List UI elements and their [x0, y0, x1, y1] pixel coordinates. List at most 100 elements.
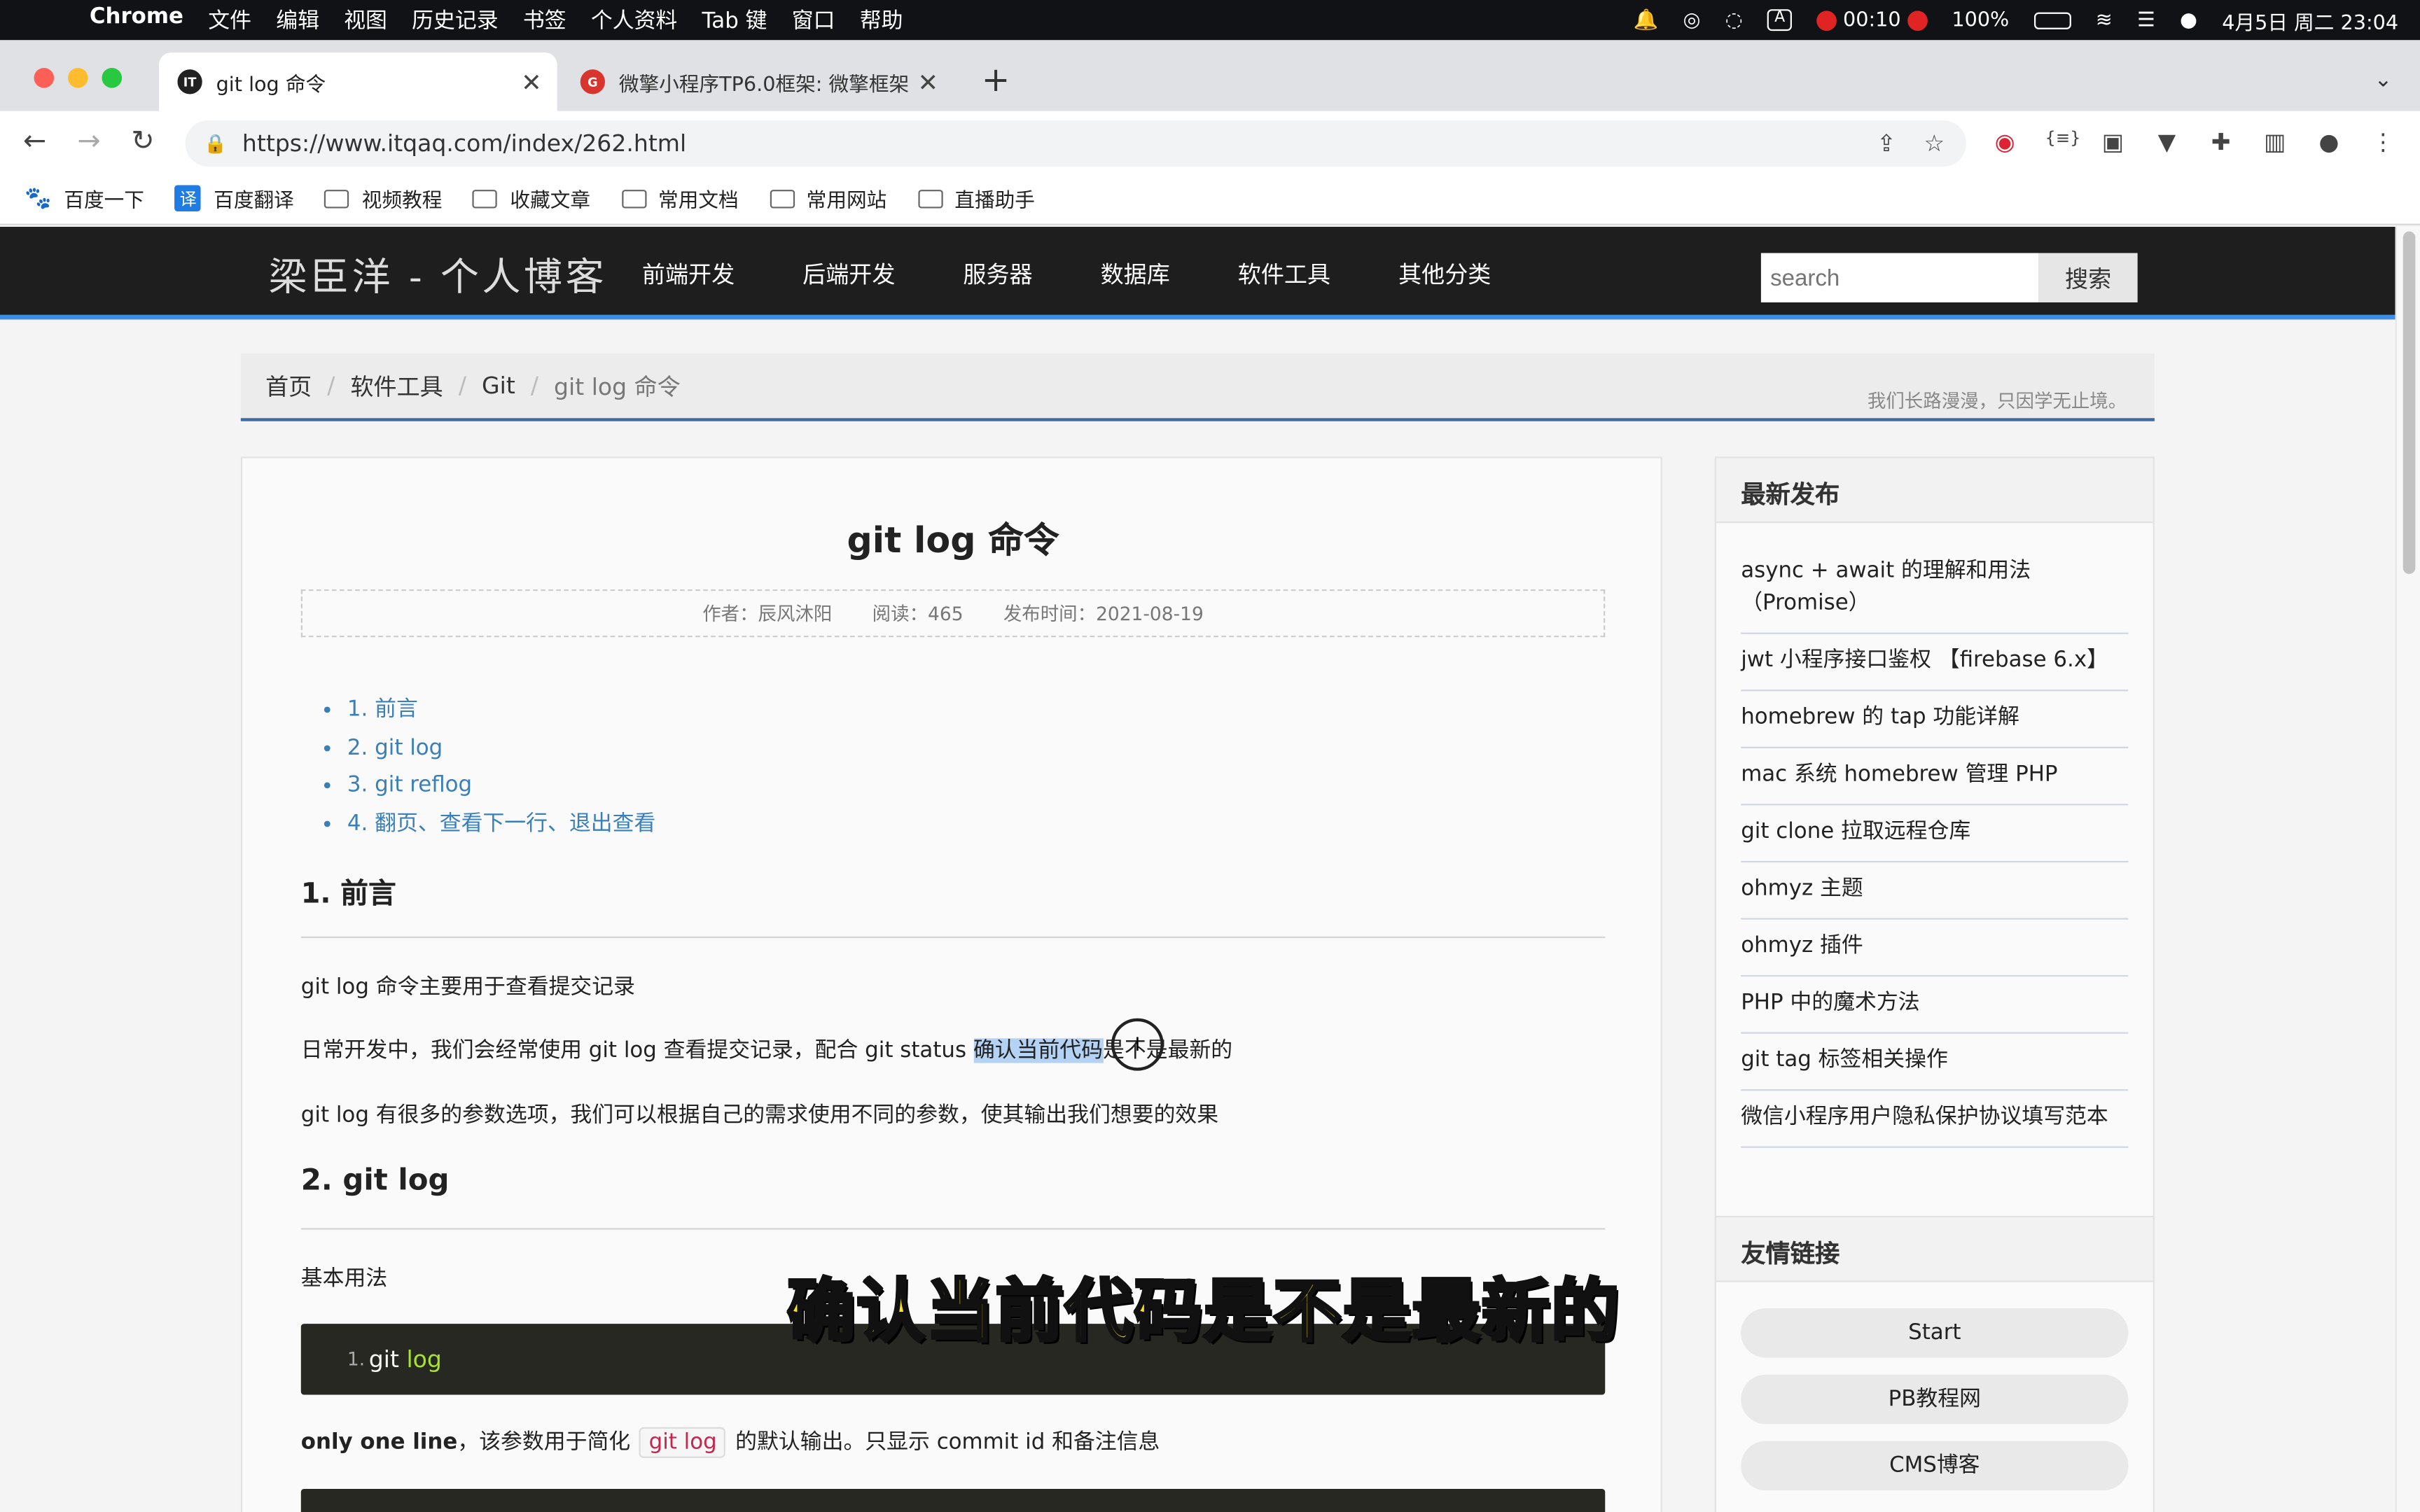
lock-icon[interactable]: 🔒 — [204, 133, 227, 155]
puzzle-icon[interactable]: ✚ — [2207, 128, 2235, 156]
site-logo[interactable]: 梁臣洋 - 个人博客 — [269, 247, 607, 302]
chrome-ext-icon[interactable]: ◉ — [1991, 128, 2019, 156]
toc-item[interactable]: 1. 前言 — [347, 691, 655, 729]
list-item[interactable]: git clone 拉取远程仓库 — [1741, 806, 2129, 863]
nav-other[interactable]: 其他分类 — [1398, 258, 1491, 290]
tab-active[interactable]: IT git log 命令 ✕ — [159, 52, 557, 111]
notification-bell-icon[interactable]: 🔔 — [1634, 8, 1659, 31]
bookmark-folder[interactable]: 直播助手 — [917, 183, 1035, 213]
json-ext-icon[interactable]: {≡} — [2045, 128, 2080, 156]
section-heading: 2. git log — [300, 1163, 450, 1198]
bookmark-label: 百度一下 — [64, 190, 144, 214]
list-item[interactable]: 微信小程序用户隐私保护协议填写范本 — [1741, 1091, 2129, 1148]
vue-ext-icon[interactable]: ▼ — [2153, 128, 2181, 156]
bookmark-folder[interactable]: 收藏文章 — [473, 183, 590, 213]
tab-close-icon[interactable]: ✕ — [918, 67, 939, 97]
site-header: 梁臣洋 - 个人博客 前端开发 后端开发 服务器 数据库 软件工具 其他分类 搜… — [0, 227, 2395, 320]
toc-item[interactable]: 3. git reflog — [347, 766, 655, 804]
address-bar[interactable]: 🔒 https://www.itqaq.com/index/262.html ⇪… — [185, 120, 1966, 167]
page-scrollbar[interactable] — [2395, 227, 2420, 1512]
screen: Chrome 文件 编辑 视图 历史记录 书签 个人资料 Tab 键 窗口 帮助… — [0, 0, 2420, 1512]
wechat-icon[interactable]: ◎ — [1683, 8, 1701, 31]
reload-icon[interactable]: ↻ — [131, 125, 154, 158]
tab-search-chevron-icon[interactable]: ⌄ — [2374, 68, 2392, 92]
tab-inactive[interactable]: G 微擎小程序TP6.0框架: 微擎框架 ✕ — [568, 52, 957, 111]
crumb-tools[interactable]: 软件工具 — [350, 370, 443, 402]
window-zoom-icon[interactable] — [102, 67, 123, 88]
crumb-git[interactable]: Git — [482, 372, 515, 400]
weiqing-favicon-icon: G — [580, 69, 605, 94]
search-button[interactable]: 搜索 — [2038, 253, 2138, 302]
tab-close-icon[interactable]: ✕ — [521, 67, 542, 97]
list-item[interactable]: PHP 中的魔术方法 — [1741, 976, 2129, 1034]
list-item[interactable]: ohmyz 主题 — [1741, 862, 2129, 920]
ext-icon[interactable]: ▣ — [2099, 128, 2127, 156]
bookmark-folder[interactable]: 常用网站 — [769, 183, 886, 213]
clock[interactable]: 4月5日 周二 23:04 — [2222, 6, 2398, 35]
toc-item[interactable]: 4. 翻页、查看下一行、退出查看 — [347, 804, 655, 842]
section-heading: 1. 前言 — [300, 878, 396, 911]
forward-arrow-icon[interactable]: → — [77, 125, 100, 158]
menu-edit[interactable]: 编辑 — [264, 5, 332, 36]
wifi-icon[interactable]: ≋ — [2096, 8, 2113, 31]
link-button[interactable]: CMS博客 — [1741, 1441, 2129, 1491]
article-title: git log 命令 — [847, 521, 1059, 562]
window-minimize-icon[interactable] — [67, 67, 88, 88]
site-motto: 我们长路漫漫，只因学无止境。 — [1867, 390, 2127, 412]
nav-frontend[interactable]: 前端开发 — [642, 258, 735, 290]
list-item[interactable]: git tag 标签相关操作 — [1741, 1034, 2129, 1091]
kebab-menu-icon[interactable]: ⋮ — [2369, 128, 2397, 156]
url-text[interactable]: https://www.itqaq.com/index/262.html — [242, 130, 686, 158]
chat-icon[interactable]: ◌ — [1725, 8, 1743, 31]
menu-file[interactable]: 文件 — [196, 5, 264, 36]
crumb-home[interactable]: 首页 — [265, 370, 312, 402]
menu-view[interactable]: 视图 — [332, 5, 400, 36]
menu-window[interactable]: 窗口 — [779, 5, 847, 36]
bookmark-baidu[interactable]: 🐾 百度一下 — [25, 183, 144, 214]
record-pause-icon[interactable] — [1907, 10, 1928, 30]
menu-help[interactable]: 帮助 — [847, 5, 915, 36]
list-item[interactable]: mac 系统 homebrew 管理 PHP — [1741, 748, 2129, 806]
scrollbar-thumb[interactable] — [2402, 231, 2416, 574]
article-meta: 作者：辰风沐阳 阅读：465 发布时间：2021-08-19 — [300, 589, 1606, 638]
menu-app-name[interactable]: Chrome — [77, 5, 195, 36]
link-button[interactable]: PB教程网 — [1741, 1374, 2129, 1424]
sidepanel-icon[interactable]: ▥ — [2261, 128, 2289, 156]
nav-backend[interactable]: 后端开发 — [802, 258, 895, 290]
text: 的默认输出。只显示 commit id 和备注信息 — [735, 1430, 1160, 1455]
list-item[interactable]: ohmyz 插件 — [1741, 920, 2129, 977]
nav-server[interactable]: 服务器 — [963, 258, 1032, 290]
bookmark-folder[interactable]: 常用文档 — [621, 183, 739, 213]
menu-tab[interactable]: Tab 键 — [690, 5, 779, 36]
menu-bookmarks[interactable]: 书签 — [510, 5, 578, 36]
list-item[interactable]: jwt 小程序接口鉴权 【firebase 6.x】 — [1741, 634, 2129, 692]
toc-item[interactable]: 2. git log — [347, 729, 655, 766]
menu-profiles[interactable]: 个人资料 — [578, 5, 690, 36]
input-method-icon[interactable]: A — [1767, 9, 1793, 31]
bookmark-label: 视频教程 — [361, 190, 443, 214]
nav-tools[interactable]: 软件工具 — [1238, 258, 1330, 290]
bookmark-fanyi[interactable]: 译百度翻译 — [175, 183, 294, 213]
site-nav: 前端开发 后端开发 服务器 数据库 软件工具 其他分类 — [642, 258, 1559, 290]
battery-icon[interactable] — [2033, 11, 2071, 29]
profile-icon[interactable]: ● — [2315, 128, 2343, 156]
bookmark-star-icon[interactable]: ☆ — [1924, 130, 1945, 158]
search-input[interactable] — [1760, 253, 2039, 302]
list-item[interactable]: homebrew 的 tap 功能详解 — [1741, 691, 2129, 748]
screen-record-indicator[interactable]: 00:10 — [1816, 8, 1928, 31]
share-icon[interactable]: ⇪ — [1877, 130, 1896, 158]
code-token: git — [368, 1345, 399, 1373]
nav-database[interactable]: 数据库 — [1101, 258, 1170, 290]
bookmark-folder[interactable]: 视频教程 — [324, 183, 443, 214]
new-tab-icon[interactable]: + — [982, 62, 1010, 100]
window-close-icon[interactable] — [34, 67, 55, 88]
link-button[interactable]: Start — [1741, 1308, 2129, 1358]
menu-history[interactable]: 历史记录 — [400, 5, 511, 36]
latest-posts-list: async + await 的理解和用法（Promise） jwt 小程序接口鉴… — [1716, 523, 2153, 1148]
siri-icon[interactable]: ● — [2180, 8, 2197, 31]
control-center-icon[interactable]: ☰ — [2137, 8, 2155, 31]
tab-title: 微擎小程序TP6.0框架: 微擎框架 — [618, 73, 910, 97]
itqaq-favicon-icon: IT — [177, 69, 202, 94]
list-item[interactable]: async + await 的理解和用法（Promise） — [1741, 545, 2129, 634]
back-arrow-icon[interactable]: ← — [23, 125, 46, 158]
